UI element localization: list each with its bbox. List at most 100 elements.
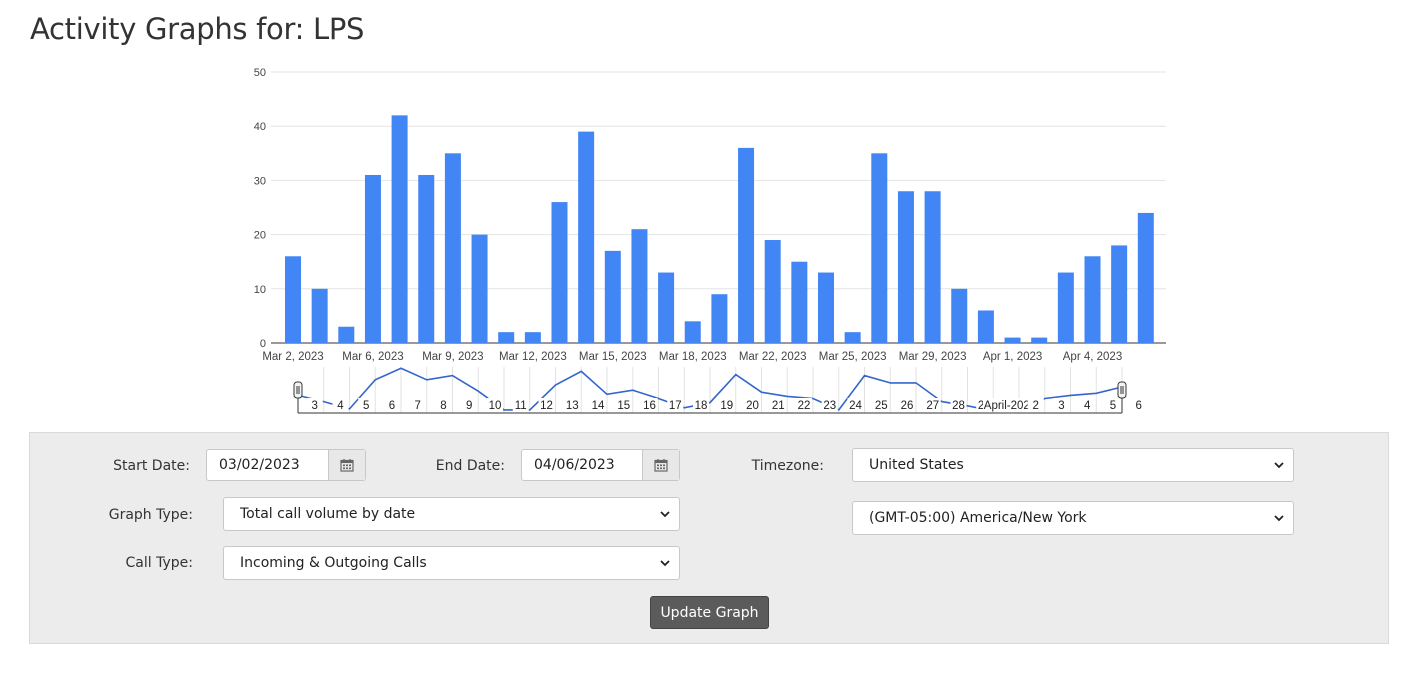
y-axis-ticks: 0 10 20 30 40 50: [254, 67, 266, 350]
start-date-input[interactable]: [207, 450, 331, 480]
bar[interactable]: [471, 234, 488, 343]
range-handle-left[interactable]: [293, 381, 303, 399]
graph-type-value: Total call volume by date: [240, 506, 416, 522]
timezone-zone-select[interactable]: (GMT-05:00) America/New York: [852, 501, 1294, 535]
bar[interactable]: [1031, 337, 1048, 343]
y-tick-label: 40: [254, 121, 266, 133]
bar[interactable]: [338, 326, 355, 343]
range-tick-label: 8: [440, 400, 446, 412]
bar[interactable]: [604, 250, 621, 343]
x-tick-label: Mar 12, 2023: [499, 351, 567, 363]
bar[interactable]: [418, 174, 435, 343]
range-tick-label: 6: [1136, 400, 1142, 412]
range-tick-label: 26: [901, 400, 914, 412]
chevron-down-icon: [660, 511, 670, 518]
call-type-label: Call Type:: [125, 555, 193, 571]
range-handle-right[interactable]: [1117, 381, 1127, 399]
start-date-calendar-button[interactable]: [328, 450, 365, 480]
chart-bars: [285, 115, 1154, 343]
y-tick-label: 0: [260, 338, 266, 350]
bar[interactable]: [818, 272, 834, 343]
range-tick-label: 2: [1033, 400, 1039, 412]
x-tick-label: Mar 18, 2023: [659, 351, 727, 363]
end-date-label: End Date:: [435, 458, 505, 474]
range-tick-label: 12: [540, 400, 553, 412]
bar[interactable]: [311, 288, 328, 343]
x-tick-label: Mar 9, 2023: [422, 351, 483, 363]
range-tick-label: 19: [720, 400, 733, 412]
x-tick-label: Mar 15, 2023: [579, 351, 647, 363]
range-tick-label: 18: [695, 400, 708, 412]
bar[interactable]: [1004, 337, 1021, 343]
bar[interactable]: [897, 191, 914, 343]
end-date-calendar-button[interactable]: [642, 450, 679, 480]
range-tick-label: 25: [875, 400, 888, 412]
activity-bar-chart: 0 10 20 30 40 50 Mar 2, 2023 Mar 6, 2023 Mar 9,…: [254, 67, 1166, 414]
bar[interactable]: [1137, 212, 1154, 343]
bar[interactable]: [977, 310, 994, 343]
range-tick-label: 4: [337, 400, 344, 412]
graph-type-label: Graph Type:: [108, 507, 193, 523]
range-tick-label: 16: [643, 400, 656, 412]
bar[interactable]: [1111, 245, 1128, 343]
timezone-country-value: United States: [869, 457, 964, 473]
bar[interactable]: [791, 261, 808, 343]
range-tick-label: 20: [746, 400, 759, 412]
bar[interactable]: [551, 202, 568, 343]
x-tick-label: Mar 6, 2023: [342, 351, 403, 363]
x-axis-ticks: Mar 2, 2023 Mar 6, 2023 Mar 9, 2023 Mar 12,…: [262, 351, 1122, 363]
chevron-down-icon: [1274, 462, 1284, 469]
range-tick-label: 14: [592, 400, 605, 412]
chevron-down-icon: [660, 560, 670, 567]
end-date-field[interactable]: [521, 449, 680, 481]
bar[interactable]: [1057, 272, 1074, 343]
range-tick-label: 3: [1058, 400, 1064, 412]
call-type-select[interactable]: Incoming & Outgoing Calls: [223, 546, 680, 580]
bar[interactable]: [684, 321, 701, 343]
timezone-country-select[interactable]: United States: [852, 448, 1294, 482]
bar[interactable]: [524, 332, 541, 343]
graph-type-select[interactable]: Total call volume by date: [223, 497, 680, 531]
update-graph-button[interactable]: Update Graph: [650, 596, 769, 629]
chevron-down-icon: [1274, 515, 1284, 522]
end-date-input[interactable]: [522, 450, 645, 480]
bar[interactable]: [631, 229, 648, 343]
range-selector[interactable]: 3 4 5 6 7 8 9 10 11 12 13 14 15 16 17 18 19 20 21 22 23 24 25 2…: [293, 367, 1147, 414]
range-tick-label: 28: [952, 400, 965, 412]
range-tick-label: 13: [566, 400, 579, 412]
range-tick-label: 11: [515, 400, 527, 412]
x-tick-label: Apr 4, 2023: [1063, 351, 1122, 363]
bar[interactable]: [951, 288, 968, 343]
range-tick-label: 22: [798, 400, 811, 412]
bar[interactable]: [711, 294, 728, 343]
bar[interactable]: [871, 153, 888, 343]
range-tick-label: 9: [466, 400, 472, 412]
bar[interactable]: [498, 332, 515, 343]
calendar-icon: [654, 459, 668, 472]
y-tick-label: 30: [254, 175, 266, 187]
x-tick-label: Apr 1, 2023: [983, 351, 1042, 363]
range-tick-label: 23: [823, 400, 836, 412]
range-tick-label: 6: [389, 400, 395, 412]
bar[interactable]: [364, 174, 381, 343]
x-tick-label: Mar 29, 2023: [899, 351, 967, 363]
range-tick-label: 21: [772, 400, 785, 412]
start-date-field[interactable]: [206, 449, 366, 481]
bar[interactable]: [285, 256, 301, 343]
bar[interactable]: [738, 147, 755, 343]
bar[interactable]: [764, 240, 781, 343]
bar[interactable]: [391, 115, 408, 343]
timezone-label: Timezone:: [751, 458, 824, 474]
range-tick-label: 4: [1084, 400, 1091, 412]
bar[interactable]: [1084, 256, 1101, 343]
bar[interactable]: [658, 272, 675, 343]
bar[interactable]: [844, 332, 861, 343]
y-tick-label: 20: [254, 230, 266, 242]
range-tick-label: 3: [312, 400, 318, 412]
bar[interactable]: [444, 153, 461, 343]
bar[interactable]: [924, 191, 941, 343]
x-tick-label: Mar 2, 2023: [262, 351, 323, 363]
start-date-label: Start Date:: [113, 458, 190, 474]
x-tick-label: Mar 25, 2023: [819, 351, 887, 363]
bar[interactable]: [578, 131, 595, 343]
